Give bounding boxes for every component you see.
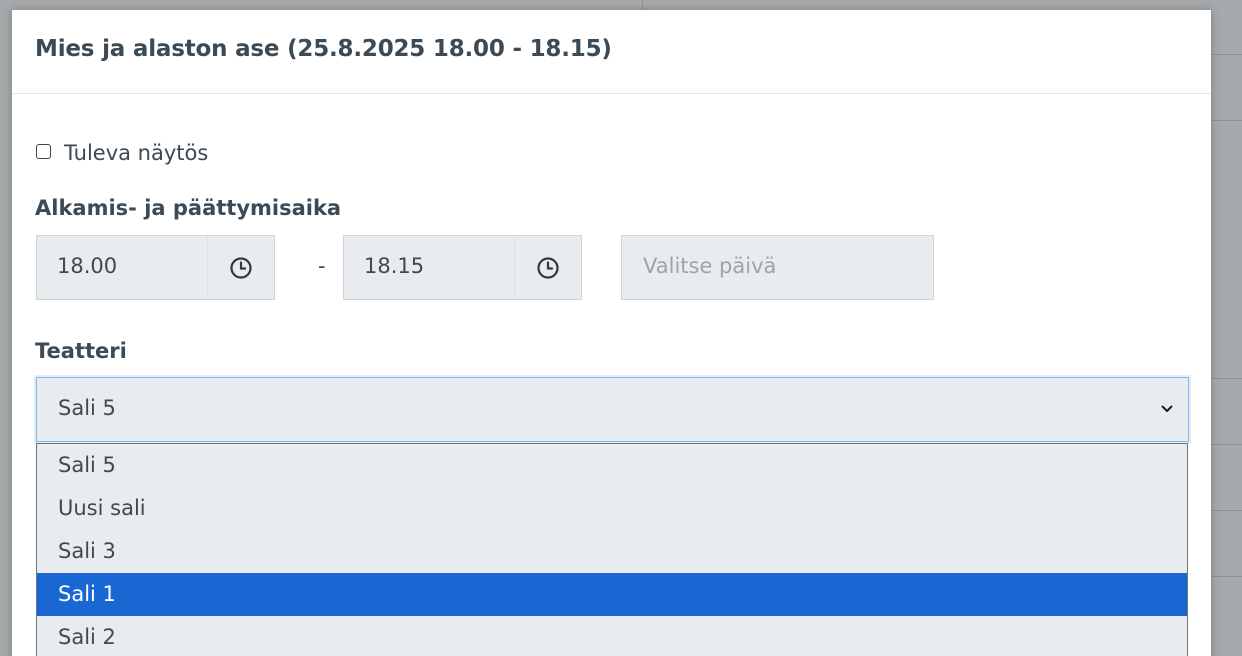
time-range-separator: - bbox=[318, 254, 326, 278]
modal-header: Mies ja alaston ase (25.8.2025 18.00 - 1… bbox=[12, 10, 1211, 94]
backdrop-divider bbox=[1211, 444, 1242, 445]
backdrop-divider bbox=[1211, 378, 1242, 379]
end-time-picker-button[interactable] bbox=[514, 236, 581, 299]
backdrop-divider bbox=[1211, 54, 1242, 55]
date-placeholder[interactable]: Valitse päivä bbox=[643, 254, 776, 278]
clock-icon bbox=[230, 256, 252, 279]
backdrop-divider bbox=[1211, 576, 1242, 577]
upcoming-checkbox[interactable] bbox=[36, 143, 51, 159]
start-time-input[interactable]: 18.00 bbox=[36, 235, 275, 300]
start-time-picker-button[interactable] bbox=[207, 236, 274, 299]
backdrop-divider bbox=[642, 0, 643, 10]
upcoming-checkbox-label[interactable]: Tuleva näytös bbox=[64, 140, 208, 166]
modal-title: Mies ja alaston ase (25.8.2025 18.00 - 1… bbox=[35, 36, 612, 62]
backdrop-divider bbox=[1211, 120, 1242, 121]
dropdown-option[interactable]: Sali 3 bbox=[37, 530, 1187, 573]
time-section-label: Alkamis- ja päättymisaika bbox=[35, 196, 342, 220]
start-time-value[interactable]: 18.00 bbox=[57, 254, 117, 278]
chevron-down-icon[interactable] bbox=[1160, 402, 1174, 416]
dropdown-option[interactable]: Uusi sali bbox=[37, 487, 1187, 530]
clock-icon bbox=[537, 256, 559, 279]
theater-select-value[interactable]: Sali 5 bbox=[58, 396, 116, 420]
upcoming-checkbox-row[interactable]: Tuleva näytös bbox=[36, 140, 208, 166]
dropdown-option-highlighted[interactable]: Sali 1 bbox=[37, 573, 1187, 616]
date-input[interactable]: Valitse päivä bbox=[621, 235, 934, 300]
theater-section-label: Teatteri bbox=[35, 339, 127, 363]
end-time-input[interactable]: 18.15 bbox=[343, 235, 582, 300]
theater-dropdown-list: Sali 5 Uusi sali Sali 3 Sali 1 Sali 2 bbox=[36, 443, 1188, 656]
dropdown-option[interactable]: Sali 2 bbox=[37, 616, 1187, 656]
end-time-value[interactable]: 18.15 bbox=[364, 254, 424, 278]
theater-select[interactable]: Sali 5 bbox=[36, 377, 1189, 442]
backdrop-divider bbox=[1211, 510, 1242, 511]
dropdown-option[interactable]: Sali 5 bbox=[37, 444, 1187, 487]
